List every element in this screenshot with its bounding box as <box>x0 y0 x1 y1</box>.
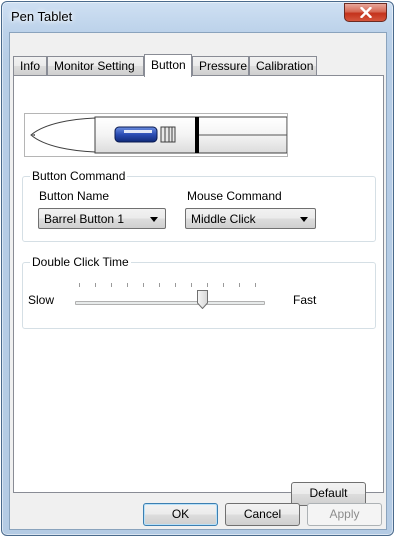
slider-tick <box>207 283 208 287</box>
tab-info[interactable]: Info <box>13 56 47 75</box>
dialog-client-area: Info Monitor Setting Button Pressure Cal… <box>9 32 387 530</box>
mouse-command-label: Mouse Command <box>187 189 282 203</box>
slider-tick <box>143 283 144 287</box>
slider-tick <box>239 283 240 287</box>
button-name-select[interactable]: Barrel Button 1 <box>38 208 166 229</box>
slider-tick <box>95 283 96 287</box>
pen-icon <box>30 116 288 154</box>
slider-tick <box>111 283 112 287</box>
window-title: Pen Tablet <box>11 9 73 24</box>
chevron-down-icon <box>300 217 308 222</box>
slider-tick <box>223 283 224 287</box>
apply-button[interactable]: Apply <box>307 503 382 526</box>
mouse-command-value: Middle Click <box>191 212 256 226</box>
title-bar[interactable]: Pen Tablet <box>2 2 393 32</box>
chevron-down-icon <box>150 217 158 222</box>
slider-tick <box>191 283 192 287</box>
mouse-command-select[interactable]: Middle Click <box>185 208 316 229</box>
button-command-title: Button Command <box>30 169 128 183</box>
slider-tick <box>127 283 128 287</box>
tab-pressure[interactable]: Pressure <box>192 56 249 75</box>
close-button[interactable] <box>344 3 387 22</box>
button-name-label: Button Name <box>39 189 110 203</box>
tab-strip: Info Monitor Setting Button Pressure Cal… <box>13 54 385 77</box>
button-name-value: Barrel Button 1 <box>44 212 125 226</box>
slider-track <box>75 301 265 305</box>
tab-button[interactable]: Button <box>144 54 192 77</box>
pen-illustration <box>24 113 288 157</box>
tab-monitor-setting[interactable]: Monitor Setting <box>47 56 144 75</box>
close-icon <box>359 7 372 18</box>
double-click-time-group: Double Click Time Slow Fast <box>22 255 376 329</box>
button-command-group: Button Command Button Name Barrel Button… <box>22 169 376 242</box>
slider-tick <box>79 283 80 287</box>
slider-max-label: Fast <box>293 293 317 307</box>
slider-tick <box>255 283 256 287</box>
tab-calibration[interactable]: Calibration <box>249 56 317 75</box>
slider-thumb-icon[interactable] <box>197 290 208 309</box>
slider-tick <box>175 283 176 287</box>
dialog-window: Pen Tablet Info Monitor Setting Button P… <box>1 1 394 536</box>
cancel-button[interactable]: Cancel <box>225 503 300 526</box>
slider-tick <box>159 283 160 287</box>
tab-panel-button: Button Command Button Name Barrel Button… <box>13 75 384 506</box>
ok-button[interactable]: OK <box>143 503 218 526</box>
double-click-slider[interactable] <box>23 263 323 323</box>
